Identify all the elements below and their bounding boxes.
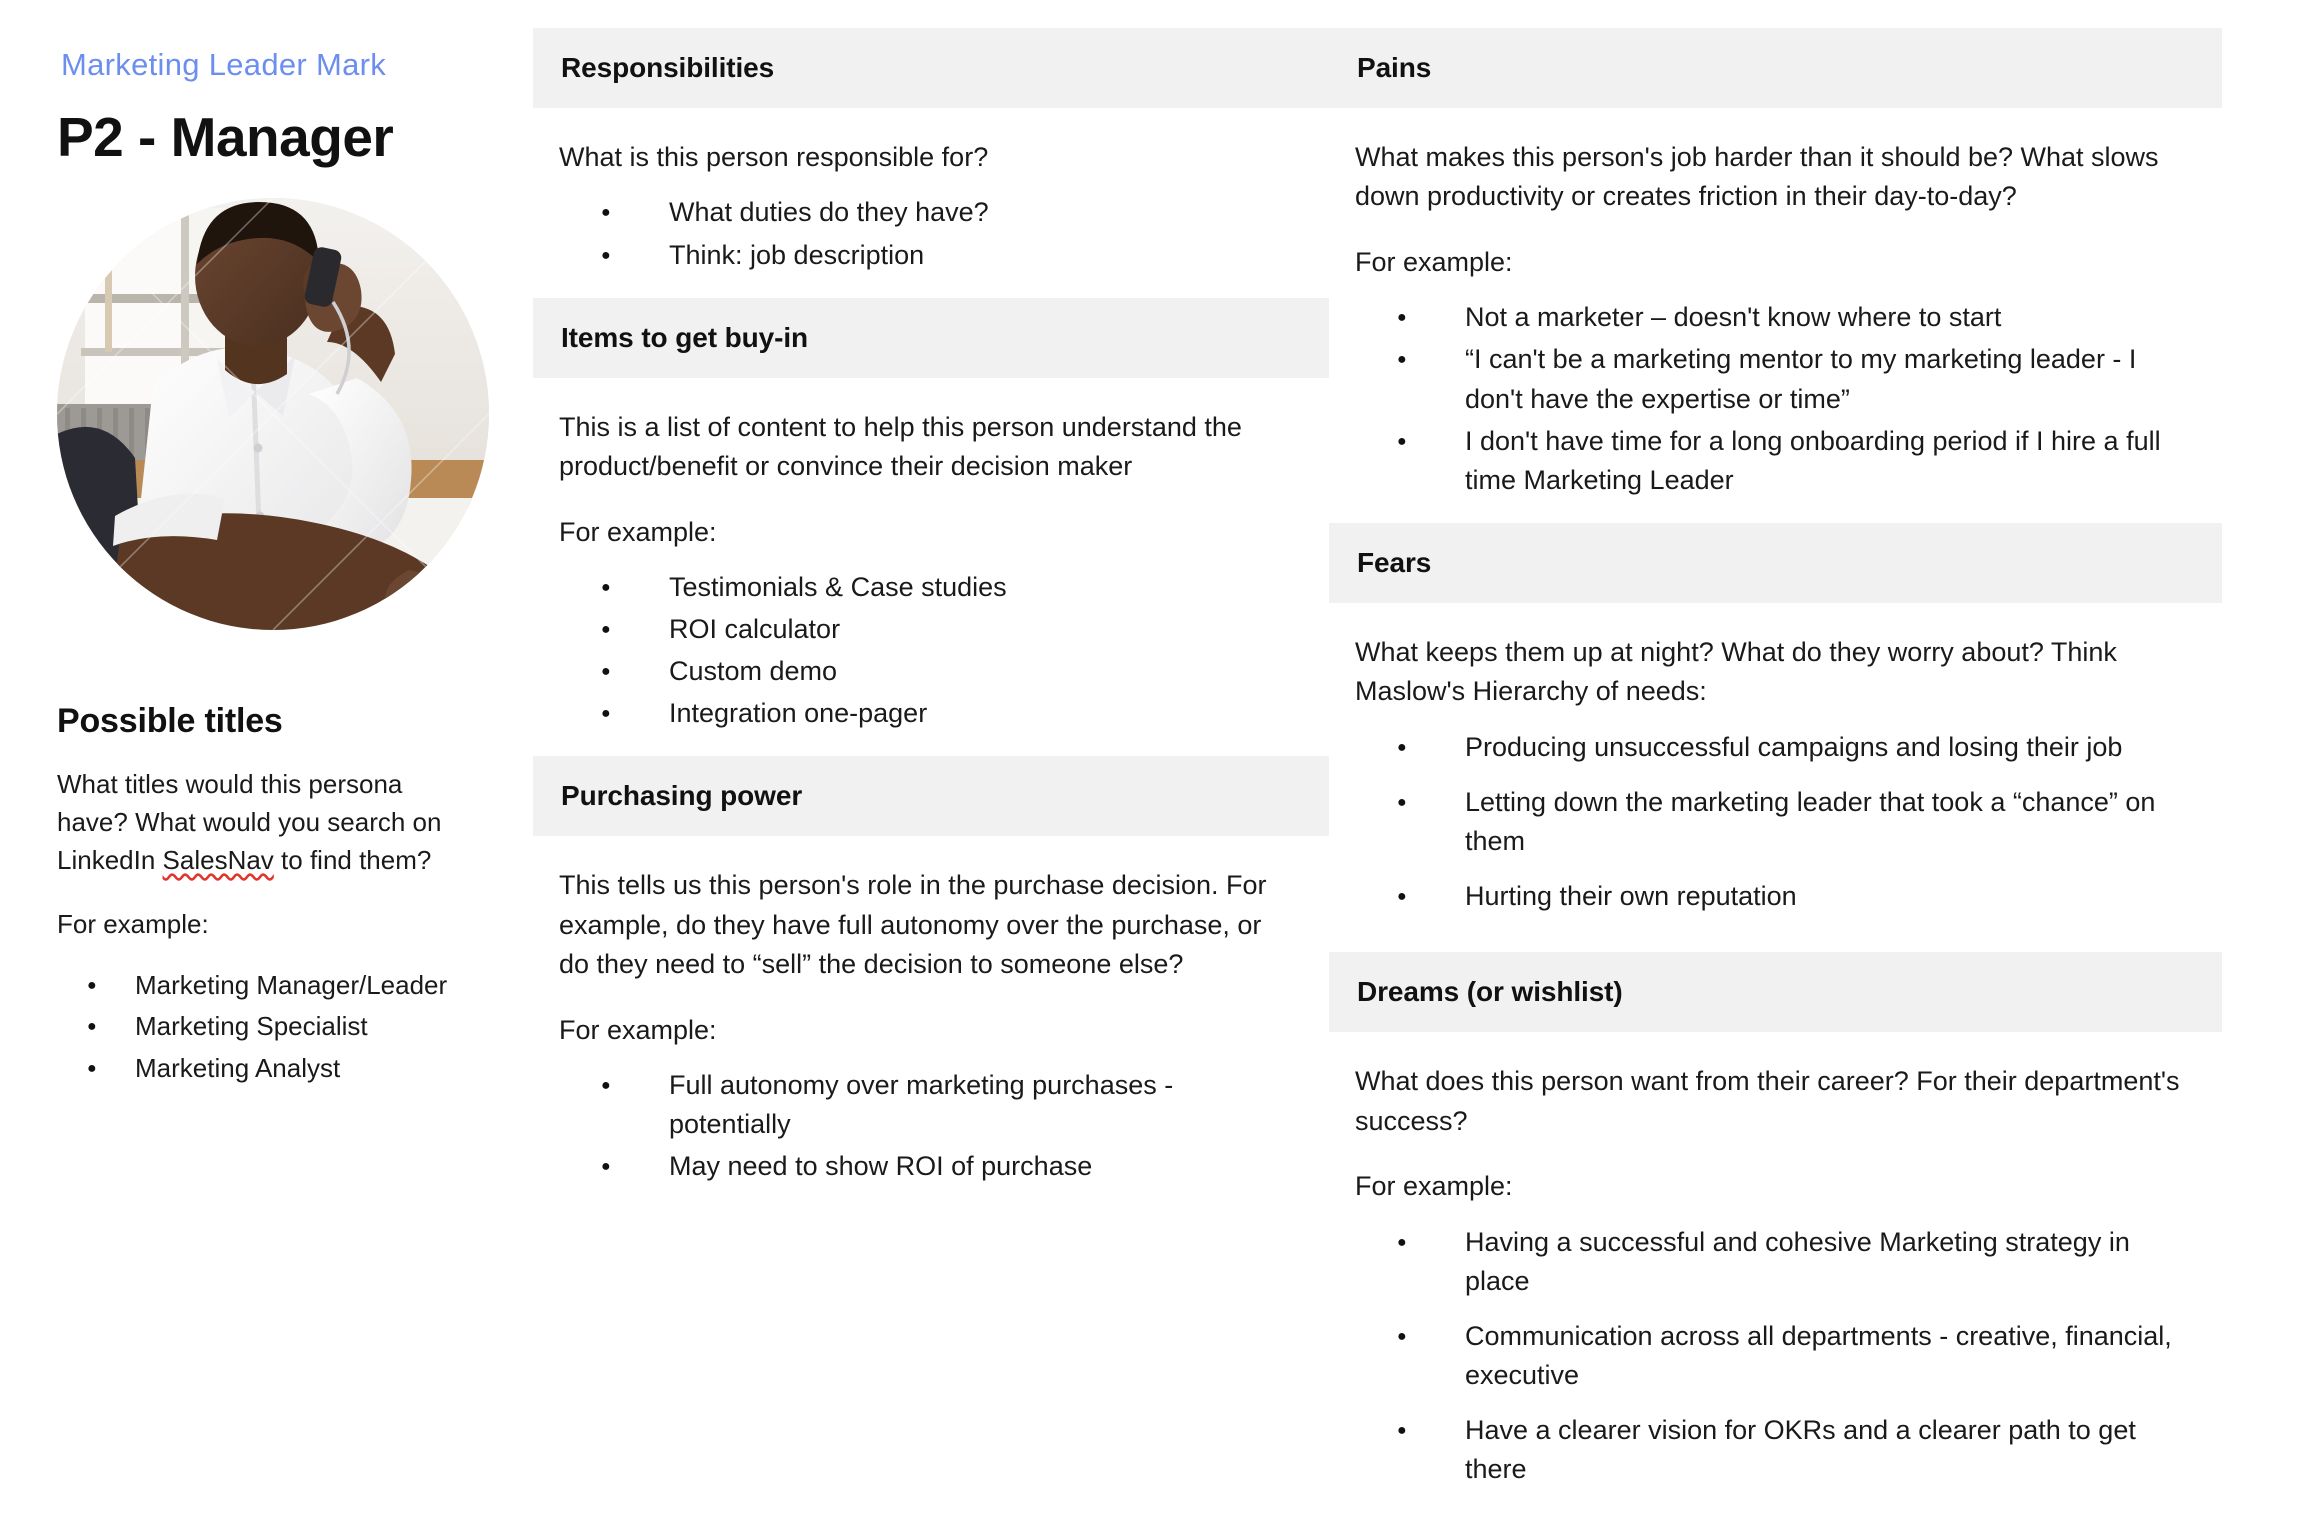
buy-in-intro: This is a list of content to help this p… — [559, 411, 1242, 482]
possible-titles-heading: Possible titles — [57, 701, 283, 740]
list-item: Producing unsuccessful campaigns and los… — [1397, 728, 2188, 769]
persona-kicker: Marketing Leader Mark — [61, 47, 387, 82]
pains-for-example: For example: — [1355, 246, 1513, 277]
list-item: Marketing Manager/Leader — [87, 966, 533, 1006]
section-fears: Fears What keeps them up at night? What … — [1329, 522, 2222, 952]
dreams-list: Having a successful and cohesive Marketi… — [1355, 1223, 2188, 1490]
pains-intro: What makes this person's job harder than… — [1355, 142, 2159, 212]
list-item: Have a clearer vision for OKRs and a cle… — [1397, 1411, 2188, 1489]
responsibilities-list: What duties do they have? Think: job des… — [559, 193, 1295, 277]
right-column: Pains What makes this person's job harde… — [1329, 0, 2250, 1525]
dreams-body: What does this person want from their ca… — [1329, 1032, 2222, 1525]
fears-intro: What keeps them up at night? What do the… — [1355, 636, 2117, 707]
section-buy-in: Items to get buy-in This is a list of co… — [533, 297, 1329, 757]
list-item: Hurting their own reputation — [1397, 877, 2188, 918]
section-pains: Pains What makes this person's job harde… — [1329, 28, 2222, 523]
possible-titles-body-part2: to find them? — [273, 845, 432, 876]
list-item: Letting down the marketing leader that t… — [1397, 783, 2188, 861]
buy-in-list: Testimonials & Case studies ROI calculat… — [559, 568, 1295, 735]
buy-in-header: Items to get buy-in — [533, 297, 1329, 378]
buy-in-heading: Items to get buy-in — [561, 321, 808, 353]
purchasing-power-header: Purchasing power — [533, 756, 1329, 837]
pains-body: What makes this person's job harder than… — [1329, 108, 2222, 523]
list-item: Full autonomy over marketing purchases -… — [601, 1066, 1295, 1144]
page-title: P2 - Manager — [57, 106, 394, 169]
dreams-header: Dreams (or wishlist) — [1329, 952, 2222, 1033]
spellcheck-word: SalesNav — [162, 845, 274, 876]
purchasing-power-heading: Purchasing power — [561, 780, 803, 812]
persona-board: Marketing Leader Mark P2 - Manager Possi… — [0, 0, 2310, 1484]
dreams-heading: Dreams (or wishlist) — [1357, 976, 1623, 1008]
portrait-illustration — [57, 197, 489, 630]
pains-list: Not a marketer – doesn't know where to s… — [1355, 298, 2188, 500]
list-item: Testimonials & Case studies — [601, 568, 1295, 609]
list-item: May need to show ROI of purchase — [601, 1147, 1295, 1188]
responsibilities-intro: What is this person responsible for? — [559, 142, 989, 172]
possible-titles-list: Marketing Manager/Leader Marketing Speci… — [57, 966, 533, 1089]
pains-heading: Pains — [1357, 52, 1432, 83]
section-purchasing-power: Purchasing power This tells us this pers… — [533, 756, 1329, 1209]
list-item: Custom demo — [601, 652, 1295, 693]
buy-in-for-example: For example: — [559, 516, 717, 547]
responsibilities-heading: Responsibilities — [561, 52, 775, 83]
list-item: Marketing Specialist — [87, 1007, 533, 1047]
purchasing-power-intro: This tells us this person's role in the … — [559, 870, 1267, 980]
list-item: What duties do they have? — [601, 193, 1295, 234]
purchasing-power-list: Full autonomy over marketing purchases -… — [559, 1066, 1295, 1188]
fears-body: What keeps them up at night? What do the… — [1329, 603, 2222, 952]
middle-column: Responsibilities What is this person res… — [533, 0, 1329, 1210]
persona-portrait — [57, 197, 489, 630]
possible-titles-body: What titles would this persona have? Wha… — [57, 765, 477, 880]
dreams-for-example: For example: — [1355, 1171, 1513, 1202]
fears-header: Fears — [1329, 522, 2222, 603]
section-responsibilities: Responsibilities What is this person res… — [533, 28, 1329, 298]
left-column: Marketing Leader Mark P2 - Manager Possi… — [0, 0, 533, 1090]
fears-heading: Fears — [1357, 546, 1432, 578]
list-item: Communication across all departments - c… — [1397, 1317, 2188, 1395]
dreams-intro: What does this person want from their ca… — [1355, 1066, 2180, 1136]
possible-titles-for-example: For example: — [57, 909, 209, 940]
list-item: Think: job description — [601, 236, 1295, 277]
list-item: I don't have time for a long onboarding … — [1397, 422, 2188, 500]
list-item: Not a marketer – doesn't know where to s… — [1397, 298, 2188, 339]
purchasing-power-body: This tells us this person's role in the … — [533, 836, 1329, 1209]
list-item: Having a successful and cohesive Marketi… — [1397, 1223, 2188, 1301]
buy-in-body: This is a list of content to help this p… — [533, 378, 1329, 757]
list-item: Integration one-pager — [601, 694, 1295, 735]
list-item: Marketing Analyst — [87, 1049, 533, 1089]
purchasing-power-for-example: For example: — [559, 1014, 717, 1045]
list-item: ROI calculator — [601, 610, 1295, 651]
responsibilities-body: What is this person responsible for? Wha… — [533, 108, 1329, 298]
responsibilities-header: Responsibilities — [533, 28, 1329, 108]
pains-header: Pains — [1329, 28, 2222, 108]
section-dreams: Dreams (or wishlist) What does this pers… — [1329, 952, 2222, 1525]
list-item: “I can't be a marketing mentor to my mar… — [1397, 340, 2188, 418]
fears-list: Producing unsuccessful campaigns and los… — [1355, 728, 2188, 918]
